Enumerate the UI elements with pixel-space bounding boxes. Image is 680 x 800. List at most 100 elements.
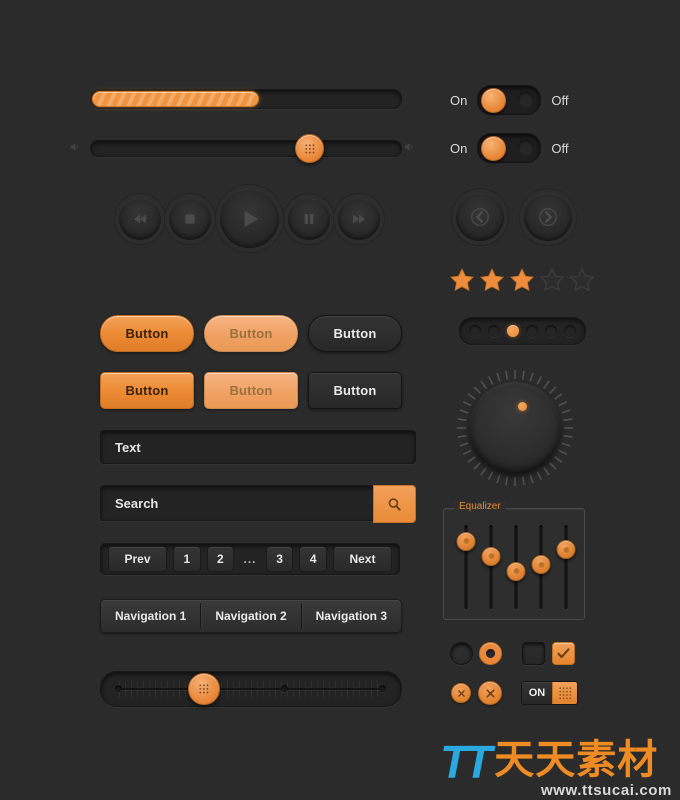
- button-primary-rect[interactable]: Button: [100, 372, 194, 409]
- pagination-ellipsis: ...: [243, 552, 257, 566]
- star-rating[interactable]: [448, 266, 596, 294]
- watermark-logo: TT 天天素材 www.ttsucai.com: [440, 737, 672, 799]
- dot-indicator[interactable]: [544, 325, 557, 337]
- eq-knob[interactable]: [556, 540, 576, 560]
- dial-face[interactable]: [469, 382, 561, 474]
- toggle-switch-1[interactable]: On Off: [450, 85, 568, 115]
- button-label: Button: [229, 383, 273, 398]
- eq-knob[interactable]: [456, 531, 476, 551]
- pagination-prev-label: Prev: [124, 552, 151, 566]
- watermark-name: 天天素材: [494, 737, 659, 783]
- rewind-button[interactable]: [119, 198, 161, 240]
- volume-icon-right: [404, 140, 416, 158]
- toggle-on-label: On: [450, 140, 468, 156]
- navigation-bar: Navigation 1 Navigation 2 Navigation 3: [100, 599, 402, 633]
- toggle-switch-2[interactable]: On Off: [450, 133, 568, 163]
- grip-dots-icon[interactable]: [552, 682, 577, 704]
- checkbox-unchecked[interactable]: [522, 642, 545, 665]
- close-icon: [485, 688, 495, 698]
- close-small-button[interactable]: [451, 683, 471, 703]
- grip-dots-icon: [198, 683, 210, 695]
- checkbox-checked[interactable]: [552, 642, 575, 665]
- ruler-slider-knob[interactable]: [188, 673, 220, 705]
- eq-band-2[interactable]: [481, 525, 501, 609]
- star-icon-filled[interactable]: [478, 266, 506, 294]
- star-icon-empty[interactable]: [568, 266, 596, 294]
- close-large-button[interactable]: [478, 681, 502, 705]
- toggle-hole: [518, 92, 535, 108]
- star-icon-filled[interactable]: [508, 266, 536, 294]
- toggle-hole: [518, 140, 535, 156]
- button-label: Button: [125, 383, 169, 398]
- toggle-track[interactable]: [477, 85, 542, 115]
- rewind-icon: [134, 214, 146, 224]
- search-input-value: Search: [115, 495, 159, 511]
- eq-knob[interactable]: [481, 546, 501, 566]
- star-icon-filled[interactable]: [448, 266, 476, 294]
- toggle-knob[interactable]: [481, 136, 507, 161]
- pagination-page-3[interactable]: 3: [265, 546, 294, 572]
- nav-item-label: Navigation 1: [114, 609, 187, 623]
- equalizer-legend: Equalizer: [454, 501, 506, 512]
- pagination-page-2[interactable]: 2: [206, 546, 235, 572]
- pause-button[interactable]: [288, 198, 330, 240]
- pause-icon: [304, 214, 314, 224]
- button-primary-pill[interactable]: Button: [100, 315, 194, 352]
- volume-slider-track[interactable]: [90, 140, 402, 157]
- search-button[interactable]: [373, 485, 416, 523]
- button-dark-pill[interactable]: Button: [308, 315, 402, 352]
- dot-indicator[interactable]: [525, 325, 538, 337]
- stop-icon: [185, 214, 195, 224]
- radio-unselected[interactable]: [450, 642, 473, 665]
- nav-item-label: Navigation 3: [315, 609, 387, 623]
- ruler-dot-start: [115, 685, 122, 693]
- eq-knob[interactable]: [531, 555, 551, 575]
- chevron-left-icon: [471, 208, 489, 226]
- button-dark-rect[interactable]: Button: [308, 372, 402, 409]
- star-icon-empty[interactable]: [538, 266, 566, 294]
- eq-band-5[interactable]: [556, 525, 576, 609]
- eq-rail: [489, 525, 493, 609]
- toggle-knob[interactable]: [481, 88, 507, 113]
- eq-knob[interactable]: [506, 561, 526, 581]
- ruler-line: [119, 688, 383, 690]
- forward-button[interactable]: [338, 198, 380, 240]
- progress-bar-fill: [92, 91, 259, 107]
- pagination-next-label: Next: [349, 552, 376, 566]
- forward-icon: [353, 214, 365, 224]
- ruler-slider-track[interactable]: [100, 671, 402, 707]
- eq-band-4[interactable]: [531, 525, 551, 609]
- dot-pager: [459, 317, 586, 345]
- dot-indicator-active[interactable]: [507, 325, 520, 337]
- dot-indicator[interactable]: [469, 325, 482, 337]
- eq-band-3[interactable]: [506, 525, 526, 609]
- button-label: Button: [333, 326, 377, 341]
- ruler-dot-end: [379, 685, 386, 693]
- text-input[interactable]: Text: [100, 430, 416, 464]
- check-icon: [557, 648, 570, 658]
- stop-button[interactable]: [169, 198, 211, 240]
- button-label: Button: [229, 326, 273, 341]
- pagination-page-1[interactable]: 1: [173, 546, 201, 572]
- nav-item-2[interactable]: Navigation 2: [201, 600, 300, 632]
- dot-indicator[interactable]: [563, 325, 576, 337]
- pagination-page-4[interactable]: 4: [299, 546, 327, 572]
- pagination-prev[interactable]: Prev: [108, 546, 168, 572]
- eq-band-1[interactable]: [456, 525, 476, 609]
- rotary-knob[interactable]: [455, 368, 575, 488]
- prev-arrow-button[interactable]: [456, 193, 504, 241]
- nav-item-3[interactable]: Navigation 3: [302, 600, 401, 632]
- search-input[interactable]: Search: [100, 485, 416, 523]
- dot-indicator[interactable]: [488, 325, 501, 337]
- toggle-track[interactable]: [477, 133, 542, 163]
- nav-item-label: Navigation 2: [215, 609, 287, 623]
- play-button[interactable]: [220, 189, 279, 248]
- volume-slider-knob[interactable]: [295, 134, 324, 163]
- radio-selected[interactable]: [479, 642, 502, 665]
- on-switch[interactable]: ON: [521, 681, 578, 705]
- progress-bar-track[interactable]: [90, 89, 402, 109]
- pagination-next[interactable]: Next: [332, 546, 392, 572]
- next-arrow-button[interactable]: [524, 193, 572, 241]
- toggle-on-label: On: [450, 92, 468, 108]
- nav-item-1[interactable]: Navigation 1: [101, 600, 200, 632]
